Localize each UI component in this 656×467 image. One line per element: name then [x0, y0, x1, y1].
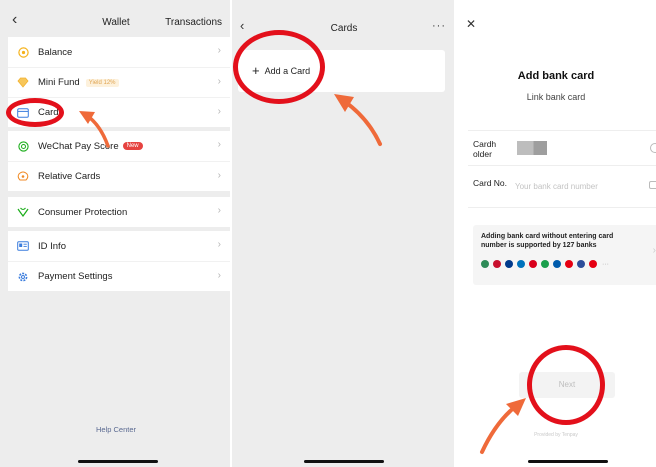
chevron-right-icon: ›	[217, 205, 221, 216]
chevron-right-icon: ›	[217, 270, 221, 281]
wallet-group-protection: Consumer Protection ›	[8, 197, 230, 227]
pointer-arrow-next	[480, 398, 526, 454]
chevron-right-icon: ›	[217, 170, 221, 181]
pointer-arrow-cards	[79, 111, 110, 148]
relative-card-icon	[17, 171, 29, 183]
list-item-relative-cards[interactable]: Relative Cards ›	[8, 161, 230, 191]
list-item-label: Consumer Protection	[38, 206, 128, 218]
wallet-screen: ‹ Wallet Transactions Balance › Mini Fun…	[0, 0, 232, 467]
shield-icon	[17, 206, 29, 218]
gear-icon	[17, 271, 29, 283]
chevron-right-icon: ›	[217, 239, 221, 250]
home-indicator	[304, 460, 384, 463]
home-indicator	[78, 460, 158, 463]
pointer-arrow-add-card	[334, 94, 382, 146]
list-item-label: ID Info	[38, 240, 66, 252]
list-item-id-info[interactable]: ID Info ›	[8, 231, 230, 261]
list-item-label: Payment Settings	[38, 271, 113, 282]
cards-screen: ‹ Cards ··· + Add a Card	[232, 0, 456, 467]
list-item-label: Relative Cards	[38, 171, 101, 182]
add-bank-card-screen: ✕ Add bank card Link bank card Cardh old…	[456, 0, 656, 467]
help-center-link[interactable]: Help Center	[0, 425, 232, 434]
list-item-consumer-protection[interactable]: Consumer Protection ›	[8, 197, 230, 227]
list-item-payment-settings[interactable]: Payment Settings ›	[8, 261, 230, 291]
id-card-icon	[17, 240, 29, 252]
wallet-group-settings: ID Info › Payment Settings ›	[8, 231, 230, 291]
